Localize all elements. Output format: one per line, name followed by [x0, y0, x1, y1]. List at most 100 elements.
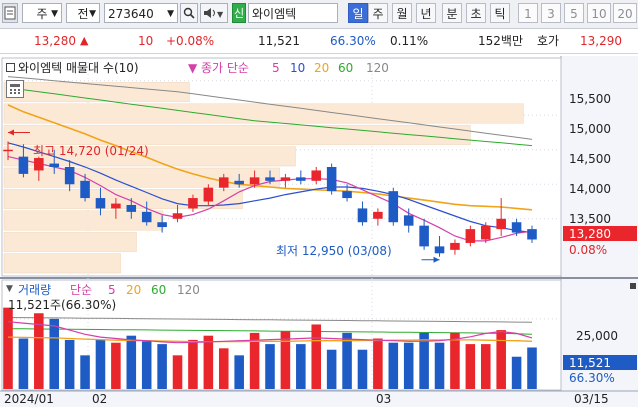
- period-month-tab[interactable]: 월: [392, 3, 412, 23]
- candle-body: [3, 149, 13, 152]
- volume-ratio: 66.30%: [330, 34, 376, 48]
- calculator-icon[interactable]: [6, 80, 24, 98]
- panel-collapse-icon[interactable]: [6, 63, 15, 72]
- volume-ma-label: 단순: [70, 283, 93, 297]
- current-price-tag: 13,280: [569, 227, 611, 241]
- chevron-down-icon: ▼: [167, 9, 174, 19]
- period-tick-tab[interactable]: 틱: [490, 3, 510, 23]
- candle-body: [527, 229, 537, 240]
- candle-body: [357, 208, 368, 223]
- candle-body: [403, 215, 414, 226]
- stock-chart[interactable]: [0, 54, 638, 407]
- x-axis-label: 2024/01: [4, 392, 54, 406]
- prev-select[interactable]: 전 ▼: [66, 3, 100, 23]
- volume-bar: [511, 356, 522, 389]
- volume-bar: [434, 342, 445, 389]
- ma-legend-marker: ▼: [188, 61, 198, 75]
- x-axis-end-label: 03/15: [574, 392, 609, 406]
- volume-bar: [141, 341, 152, 389]
- ma-legend-label: 종가 단순: [201, 61, 249, 75]
- price-legend-title: 와이엠텍 매물대 수(10): [18, 61, 139, 75]
- candle-body: [18, 156, 29, 174]
- volume-bar: [95, 339, 106, 389]
- candle-body: [188, 198, 198, 209]
- sound-button[interactable]: ▼: [200, 3, 228, 23]
- volume-bar: [311, 324, 322, 389]
- minute-20-button[interactable]: 20: [613, 3, 637, 23]
- ma60-legend: 60: [338, 61, 354, 75]
- svg-text:▼: ▼: [217, 10, 224, 19]
- candle-body: [388, 191, 399, 223]
- candle-body: [280, 177, 291, 181]
- candle-body: [265, 177, 275, 181]
- minute-3-button[interactable]: 3: [541, 3, 561, 23]
- high-annotation: 최고 14,720 (01/24): [33, 144, 149, 158]
- up-triangle-icon: ▲: [80, 34, 89, 47]
- volume-bar: [18, 338, 29, 389]
- volume-profile-bar: [3, 210, 164, 231]
- minute-5-button[interactable]: 5: [564, 3, 584, 23]
- period-second-tab[interactable]: 초: [466, 3, 486, 23]
- candle-body: [64, 167, 75, 185]
- price-tick: 14,000: [569, 182, 611, 196]
- panel-menu-icon[interactable]: [630, 283, 636, 289]
- prev-label: 전: [77, 7, 89, 21]
- volume-bar: [49, 318, 60, 389]
- candle-body: [311, 170, 322, 181]
- candle-body: [203, 187, 214, 202]
- stock-name-field[interactable]: 와이엠텍: [248, 3, 338, 23]
- ma20-legend: 20: [314, 61, 330, 75]
- volume-bar: [465, 344, 476, 389]
- volume-tick: 25,000: [576, 329, 618, 343]
- candle-body: [111, 203, 121, 209]
- period-year-tab[interactable]: 년: [416, 3, 436, 23]
- ma120-legend: 120: [366, 61, 389, 75]
- minute-10-button[interactable]: 10: [587, 3, 611, 23]
- volume-bar: [64, 339, 75, 389]
- volume-bar: [450, 332, 460, 389]
- chevron-down-icon: ▼: [89, 9, 96, 19]
- volume-bar: [357, 349, 368, 389]
- speaker-icon: ▼: [204, 8, 224, 19]
- price-tick: 15,000: [569, 122, 611, 136]
- current-pct-tag: 0.08%: [569, 243, 608, 257]
- candle-body: [249, 177, 260, 185]
- candle-body: [480, 225, 491, 240]
- market-label: 주: [36, 7, 48, 21]
- ma5-legend: 5: [272, 61, 280, 75]
- volume-bar: [496, 330, 506, 389]
- volume-bar: [527, 347, 537, 389]
- vol-ma5-legend: 5: [108, 283, 116, 297]
- candle-body: [496, 218, 506, 230]
- candle-body: [465, 229, 476, 243]
- volume-profile-bar: [3, 231, 137, 252]
- period-week-tab[interactable]: 주: [368, 3, 388, 23]
- market-select[interactable]: 주 ▼: [22, 3, 62, 23]
- candle-body: [296, 177, 306, 181]
- new-badge: 신: [232, 3, 246, 23]
- vol-ma60-legend: 60: [151, 283, 167, 297]
- change-percent: +0.08%: [166, 34, 215, 48]
- low-annotation: 최저 12,950 (03/08): [276, 244, 392, 258]
- candle-body: [126, 204, 137, 212]
- volume-legend-title: 거래량: [18, 283, 52, 297]
- minute-1-button[interactable]: 1: [518, 3, 538, 23]
- volume-legend-marker: ▼: [6, 284, 13, 294]
- stock-code: 273640: [108, 7, 154, 21]
- volume-bar: [172, 355, 183, 389]
- stock-code-input[interactable]: 273640 ▼: [104, 3, 178, 23]
- volume-bar: [111, 342, 121, 389]
- chart-menu-icon[interactable]: [2, 3, 18, 23]
- candle-body: [511, 222, 522, 233]
- volume-bar: [480, 344, 491, 389]
- search-button[interactable]: [180, 3, 198, 23]
- volume-bar: [157, 344, 167, 389]
- volume-profile-bar: [3, 124, 471, 145]
- divider: [339, 3, 347, 23]
- vol-ma20-legend: 20: [126, 283, 142, 297]
- price-tick: 15,500: [569, 92, 611, 106]
- period-minute-tab[interactable]: 분: [442, 3, 462, 23]
- period-day-tab[interactable]: 일: [348, 3, 368, 23]
- volume-bar: [80, 355, 90, 389]
- volume-bar: [326, 349, 337, 389]
